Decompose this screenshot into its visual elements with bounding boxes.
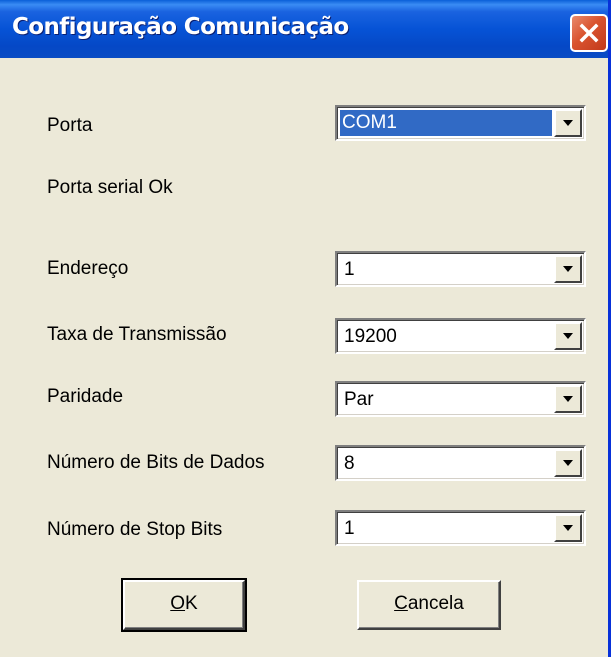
cancel-mnemonic: C xyxy=(394,593,408,614)
chevron-down-icon xyxy=(563,460,573,466)
cancel-button[interactable]: Cancela xyxy=(357,580,501,630)
chevron-down-icon xyxy=(563,525,573,531)
paridade-value: Par xyxy=(344,389,374,410)
taxa-value: 19200 xyxy=(344,326,397,347)
stop-bits-label: Número de Stop Bits xyxy=(47,519,223,540)
taxa-label: Taxa de Transmissão xyxy=(47,324,227,345)
stop-bits-value: 1 xyxy=(344,518,355,539)
close-button[interactable] xyxy=(570,14,608,52)
endereco-value: 1 xyxy=(344,259,355,280)
chevron-down-icon xyxy=(563,396,573,402)
serial-status-text: Porta serial Ok xyxy=(47,177,173,198)
dialog-window: Configuração Comunicação Porta COM1 Port… xyxy=(0,0,611,657)
endereco-select[interactable]: 1 xyxy=(335,251,586,287)
stop-bits-dropdown-button[interactable] xyxy=(554,514,582,542)
endereco-label: Endereço xyxy=(47,258,129,279)
paridade-select[interactable]: Par xyxy=(335,381,586,417)
ok-label-rest: K xyxy=(185,593,198,614)
taxa-select[interactable]: 19200 xyxy=(335,318,586,354)
paridade-label: Paridade xyxy=(47,386,124,407)
bits-dados-value: 8 xyxy=(344,453,355,474)
bits-dados-dropdown-button[interactable] xyxy=(554,449,582,477)
porta-label: Porta xyxy=(47,115,93,136)
ok-button[interactable]: OK xyxy=(121,578,247,632)
bits-dados-select[interactable]: 8 xyxy=(335,445,586,481)
title-bar[interactable]: Configuração Comunicação xyxy=(0,0,608,58)
paridade-dropdown-button[interactable] xyxy=(554,385,582,413)
bits-dados-label: Número de Bits de Dados xyxy=(47,452,265,473)
close-icon xyxy=(579,23,599,43)
porta-dropdown-button[interactable] xyxy=(554,109,582,137)
porta-value: COM1 xyxy=(340,110,552,136)
chevron-down-icon xyxy=(563,120,573,126)
chevron-down-icon xyxy=(563,266,573,272)
cancel-label-rest: ancela xyxy=(407,593,464,614)
ok-mnemonic: O xyxy=(170,593,186,614)
endereco-dropdown-button[interactable] xyxy=(554,255,582,283)
stop-bits-select[interactable]: 1 xyxy=(335,510,586,546)
window-title: Configuração Comunicação xyxy=(12,14,349,40)
taxa-dropdown-button[interactable] xyxy=(554,322,582,350)
porta-select[interactable]: COM1 xyxy=(335,105,586,141)
chevron-down-icon xyxy=(563,333,573,339)
